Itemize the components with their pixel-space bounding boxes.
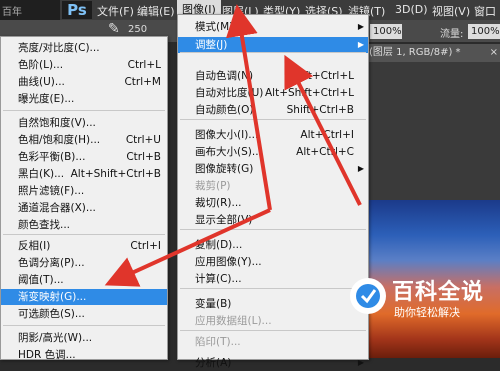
arrow-to-gradient-map [104, 208, 271, 287]
watermark-subtitle: 助你轻松解决 [394, 306, 460, 319]
arrow-to-adjust [284, 54, 362, 206]
watermark-logo-icon [350, 278, 386, 314]
watermark: 百科全说 助你轻松解决 [348, 272, 485, 332]
watermark-title: 百科全说 [392, 280, 485, 305]
arrow-to-image-menu [226, 4, 272, 211]
